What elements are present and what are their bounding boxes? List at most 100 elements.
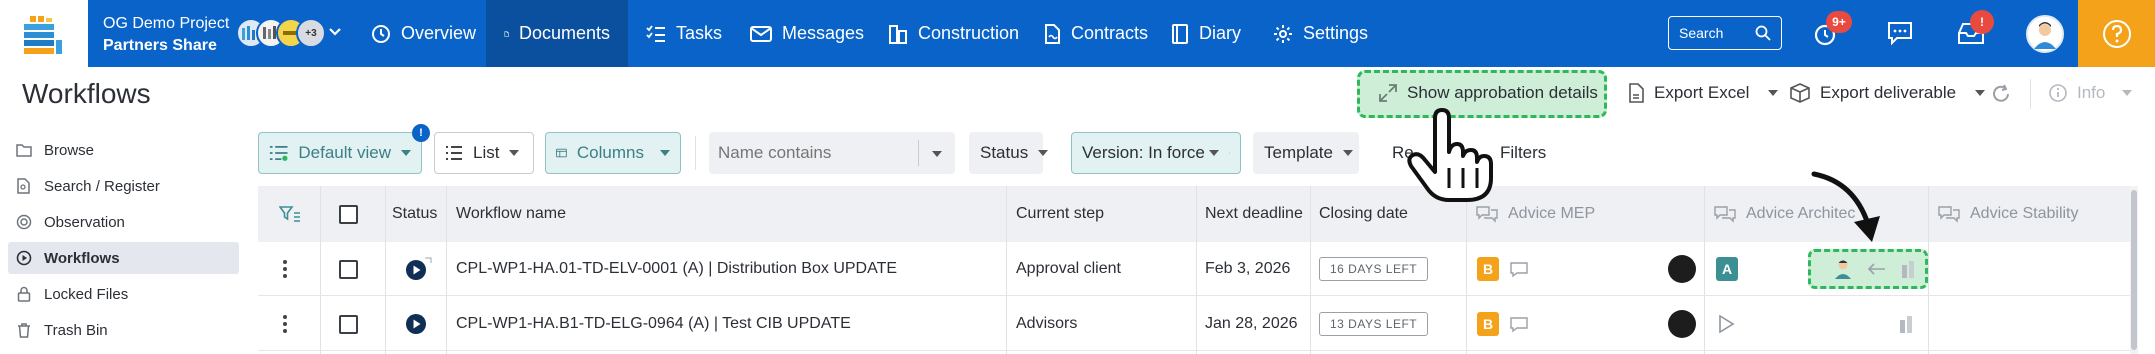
chat-bubbles-icon	[1714, 206, 1736, 223]
default-view-dropdown[interactable]: Default view	[258, 132, 422, 174]
app-logo[interactable]	[0, 0, 88, 67]
scrollbar-thumb[interactable]	[2131, 190, 2137, 350]
caret-down-icon	[1342, 150, 1353, 156]
export-excel-button[interactable]: Export Excel	[1627, 74, 1779, 112]
lock-icon	[17, 286, 31, 302]
col-current-step[interactable]: Current step	[1016, 186, 1104, 242]
chat-bubbles-icon	[1476, 206, 1498, 223]
next-deadline: Feb 3, 2026	[1205, 260, 1291, 277]
workflow-status-icon	[404, 297, 434, 351]
user-profile-icon	[2034, 22, 2056, 49]
sidebar-item-locked-files[interactable]: Locked Files	[8, 278, 239, 310]
list-dropdown[interactable]: List	[434, 132, 534, 174]
table-row[interactable]: CPL-WP1-HA.01-TD-ELV-0001 (A) | Distribu…	[258, 242, 2136, 296]
nav-label: Contracts	[1071, 23, 1149, 43]
workflow-name[interactable]: CPL-WP1-HA.B1-TD-ELG-0964 (A) | Test CIB…	[456, 297, 851, 351]
show-approbation-label: Show approbation details	[1407, 83, 1598, 102]
col-next-deadline[interactable]: Next deadline	[1205, 186, 1303, 242]
col-closing-date[interactable]: Closing date	[1319, 186, 1408, 242]
project-switcher[interactable]: OG Demo Project Partners Share +3	[88, 0, 353, 67]
person-icon	[1835, 260, 1851, 279]
filters-link[interactable]: Filters	[1500, 143, 1546, 163]
sidebar-item-workflows[interactable]: Workflows	[8, 242, 239, 274]
table-row[interactable]: CPL-WP1-HA.B1-TD-ELG-0964 (A) | Test CIB…	[258, 297, 2136, 351]
contract-icon	[1045, 23, 1060, 44]
col-advice-stability[interactable]: Advice Stability	[1938, 186, 2079, 242]
name-contains-input[interactable]	[710, 134, 910, 172]
workflow-name[interactable]: CPL-WP1-HA.01-TD-ELV-0001 (A) | Distribu…	[456, 242, 897, 296]
caret-down-icon[interactable]	[932, 151, 942, 157]
advisor-avatar[interactable]	[1668, 242, 1696, 296]
more-members-avatar[interactable]: +3	[296, 18, 326, 48]
global-search[interactable]: Search	[1668, 16, 1782, 50]
row-menu-icon[interactable]	[282, 242, 288, 296]
advice-mep-cell[interactable]: B	[1477, 297, 1529, 351]
user-avatar[interactable]	[2026, 15, 2064, 53]
nav-overview[interactable]: Overview	[353, 0, 494, 67]
nav-settings[interactable]: Settings	[1255, 0, 1386, 67]
columns-icon	[556, 148, 567, 158]
trash-icon	[18, 323, 30, 338]
sidebar-item-trash-bin[interactable]: Trash Bin	[8, 314, 239, 346]
version-filter-chip[interactable]: Version: In force	[1071, 132, 1241, 174]
chat-button[interactable]	[1887, 20, 1913, 46]
advice-stability-cell[interactable]	[1898, 297, 1916, 351]
close-icon[interactable]	[1228, 148, 1230, 158]
row-checkbox[interactable]	[339, 242, 358, 296]
col-status[interactable]: Status	[392, 186, 437, 242]
col-workflow-name[interactable]: Workflow name	[456, 186, 566, 242]
name-contains-field[interactable]	[709, 132, 955, 174]
row-checkbox[interactable]	[339, 297, 358, 351]
caret-down-icon	[1208, 150, 1219, 156]
help-button[interactable]	[2078, 0, 2155, 67]
nav-tasks[interactable]: Tasks	[628, 0, 740, 67]
caret-down-icon	[1975, 90, 1986, 96]
export-excel-label: Export Excel	[1654, 83, 1750, 102]
advice-architect-cell[interactable]	[1716, 297, 1736, 351]
refresh-button[interactable]	[1990, 83, 2012, 105]
approbation-detail-icons[interactable]	[1832, 242, 1918, 296]
play-circle-icon	[16, 250, 32, 266]
chevron-down-icon[interactable]	[328, 27, 342, 37]
caret-down-icon	[660, 150, 670, 156]
clock-icon	[372, 24, 390, 43]
nav-diary[interactable]: Diary	[1153, 0, 1259, 67]
export-deliverable-button[interactable]: Export deliverable	[1789, 74, 1986, 112]
sidebar-item-search-register[interactable]: Search / Register	[8, 170, 239, 202]
nav-label: Diary	[1199, 23, 1242, 43]
info-icon	[2049, 84, 2067, 102]
nav-contracts[interactable]: Contracts	[1025, 0, 1166, 67]
chat-bubbles-icon	[1938, 206, 1960, 223]
package-icon	[1790, 83, 1810, 103]
show-approbation-details-button[interactable]: Show approbation details	[1378, 74, 1598, 112]
select-all-checkbox[interactable]	[339, 186, 358, 242]
workflow-status-icon	[404, 242, 434, 296]
checkbox[interactable]	[339, 204, 358, 224]
sidebar-item-observation[interactable]: Observation	[8, 206, 239, 238]
vertical-scrollbar[interactable]	[2130, 186, 2138, 354]
advice-architect-cell[interactable]: A	[1716, 242, 1738, 296]
advisor-avatar[interactable]	[1668, 297, 1696, 351]
nav-construction[interactable]: Construction	[870, 0, 1037, 67]
caret-down-icon	[1768, 90, 1779, 96]
advice-mep-cell[interactable]: B	[1477, 242, 1529, 296]
notifications-badge: 9+	[1826, 11, 1852, 33]
template-filter[interactable]: Template	[1253, 132, 1359, 174]
filter-divider	[695, 136, 696, 170]
nav-documents[interactable]: Documents	[486, 0, 628, 67]
nav-messages[interactable]: Messages	[732, 0, 882, 67]
status-filter[interactable]: Status	[969, 132, 1049, 174]
sidebar-item-browse[interactable]: Browse	[8, 134, 239, 166]
checkbox[interactable]	[339, 259, 358, 279]
columns-dropdown[interactable]: Columns	[545, 132, 681, 174]
advice-badge: B	[1477, 312, 1499, 336]
observation-icon	[16, 214, 32, 230]
project-subtitle: Partners Share	[103, 37, 217, 54]
play-outline-icon[interactable]	[1716, 314, 1736, 334]
comment-icon[interactable]	[1509, 315, 1529, 333]
comment-icon[interactable]	[1509, 260, 1529, 278]
info-button[interactable]: Info	[2048, 74, 2133, 112]
row-menu-icon[interactable]	[282, 297, 288, 351]
checkbox[interactable]	[339, 314, 358, 334]
filter-columns-button[interactable]	[258, 186, 321, 242]
